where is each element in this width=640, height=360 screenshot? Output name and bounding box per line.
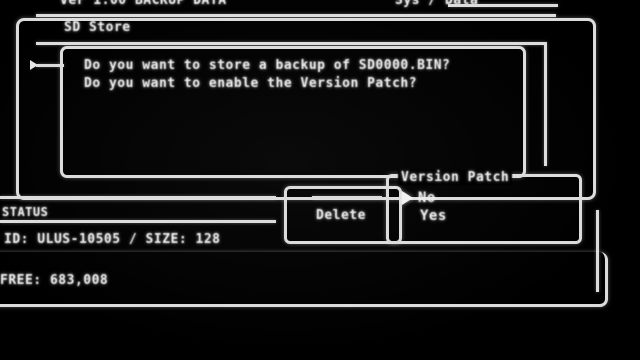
info-divider-2	[0, 220, 276, 223]
top-divider	[36, 14, 556, 17]
dialog-line-2: Do you want to enable the Version Patch?	[84, 76, 418, 91]
version-patch-title: Version Patch	[398, 170, 513, 185]
bottom-panel	[0, 252, 608, 307]
inner-right-line	[544, 42, 547, 166]
screen: Ver 1.00 BACKUP DATA Sys / Data SD Store…	[0, 0, 640, 360]
info-id-size: ID: ULUS-10505 / SIZE: 128	[4, 232, 221, 247]
info-section-label: STATUS	[2, 205, 49, 219]
selection-cursor-icon	[402, 191, 413, 205]
right-edge-line	[596, 210, 599, 292]
delete-button-line	[312, 196, 382, 199]
top-divider-right	[448, 4, 558, 7]
dialog-line-1: Do you want to store a backup of SD0000.…	[84, 58, 451, 73]
version-patch-option-yes[interactable]: Yes	[420, 208, 447, 224]
inner-top-line	[36, 42, 544, 45]
info-divider-1	[0, 196, 276, 199]
version-patch-option-no[interactable]: No	[418, 190, 436, 206]
header-label: SD Store	[64, 20, 131, 35]
delete-button-label[interactable]: Delete	[316, 208, 366, 223]
top-bar-left-text: Ver 1.00 BACKUP DATA	[60, 0, 227, 8]
